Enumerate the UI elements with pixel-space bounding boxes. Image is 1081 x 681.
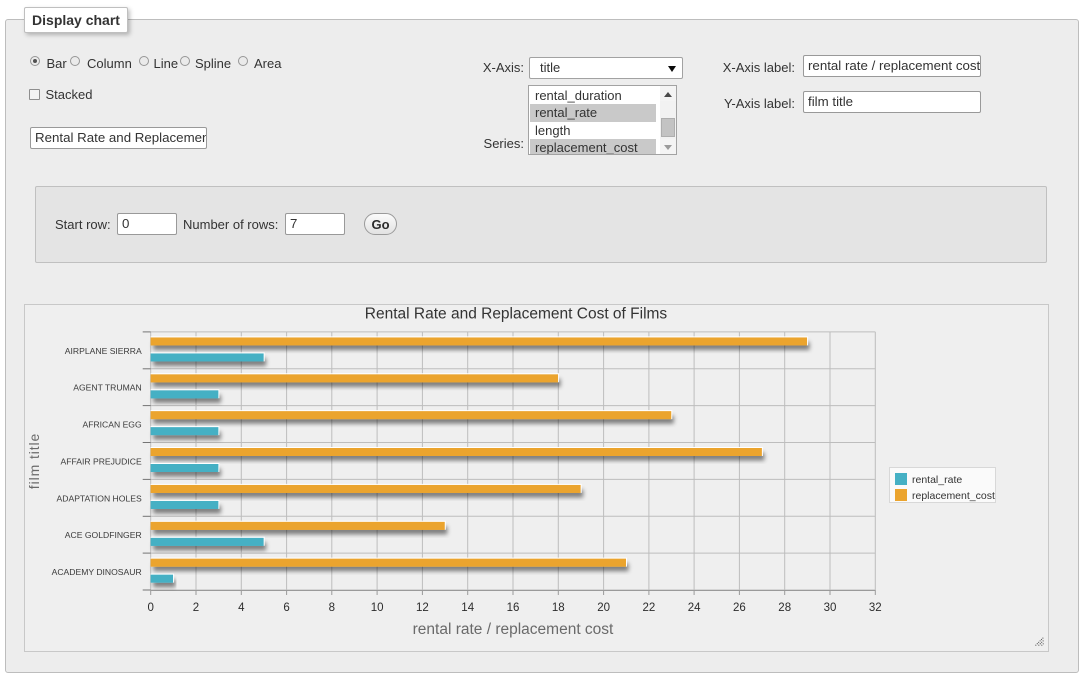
svg-text:12: 12 xyxy=(416,602,429,614)
svg-text:Rental Rate and Replacement Co: Rental Rate and Replacement Cost of Film… xyxy=(365,306,668,323)
svg-text:4: 4 xyxy=(238,602,245,614)
svg-text:ADAPTATION HOLES: ADAPTATION HOLES xyxy=(57,493,142,503)
svg-text:ACADEMY DINOSAUR: ACADEMY DINOSAUR xyxy=(52,567,142,577)
svg-text:2: 2 xyxy=(193,602,199,614)
svg-text:26: 26 xyxy=(733,602,746,614)
svg-text:film title: film title xyxy=(26,433,42,489)
svg-text:30: 30 xyxy=(824,602,837,614)
svg-text:28: 28 xyxy=(778,602,791,614)
svg-text:rental_rate: rental_rate xyxy=(912,474,962,486)
svg-text:replacement_cost: replacement_cost xyxy=(912,490,995,502)
svg-text:8: 8 xyxy=(329,602,335,614)
svg-text:24: 24 xyxy=(688,602,701,614)
svg-text:32: 32 xyxy=(869,602,882,614)
svg-text:10: 10 xyxy=(371,602,384,614)
svg-text:22: 22 xyxy=(643,602,656,614)
svg-text:AFRICAN EGG: AFRICAN EGG xyxy=(82,420,142,430)
svg-text:rental rate / replacement cost: rental rate / replacement cost xyxy=(413,621,614,638)
svg-text:0: 0 xyxy=(147,602,153,614)
svg-text:16: 16 xyxy=(507,602,520,614)
svg-text:18: 18 xyxy=(552,602,565,614)
svg-text:AFFAIR PREJUDICE: AFFAIR PREJUDICE xyxy=(61,456,142,466)
svg-text:14: 14 xyxy=(461,602,474,614)
svg-text:AGENT TRUMAN: AGENT TRUMAN xyxy=(73,383,141,393)
svg-text:20: 20 xyxy=(597,602,610,614)
svg-text:6: 6 xyxy=(283,602,289,614)
svg-text:ACE GOLDFINGER: ACE GOLDFINGER xyxy=(65,530,142,540)
svg-text:AIRPLANE SIERRA: AIRPLANE SIERRA xyxy=(65,346,142,356)
